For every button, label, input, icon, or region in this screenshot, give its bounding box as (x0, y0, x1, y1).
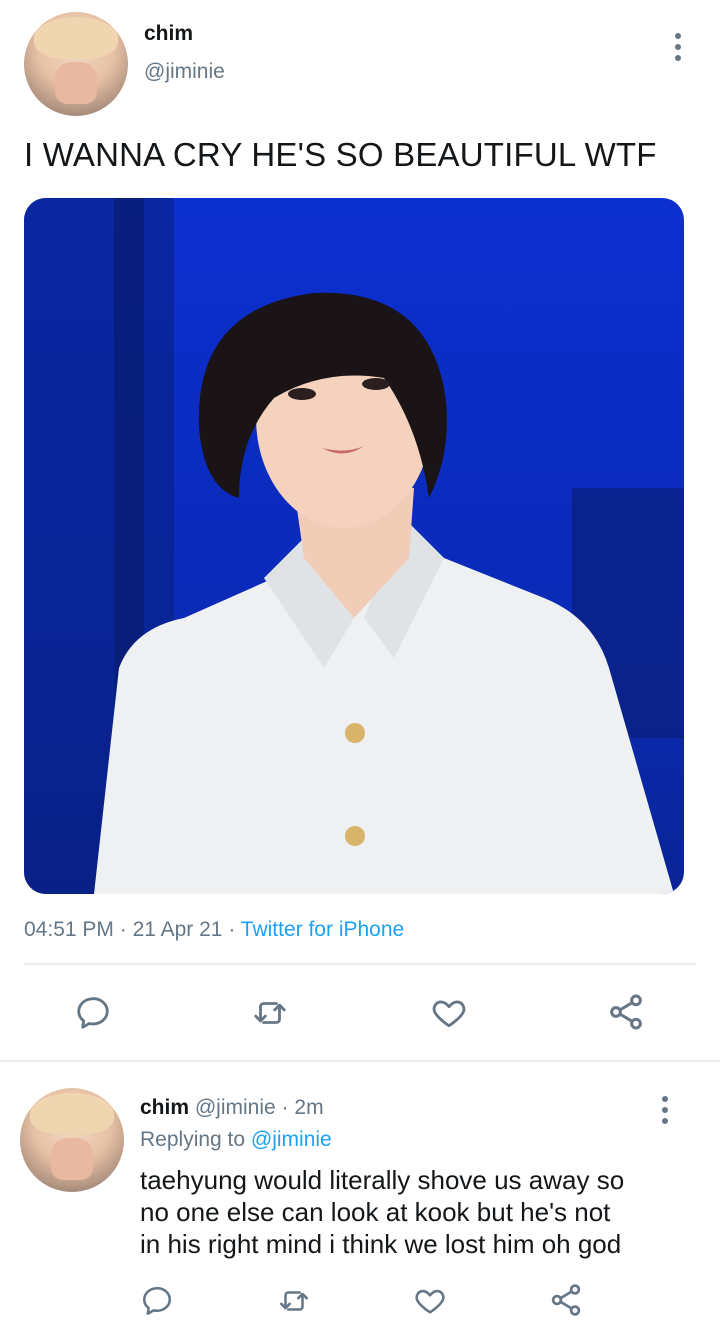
tweet-image[interactable] (24, 198, 684, 894)
section-divider (0, 1060, 720, 1062)
retweet-icon (254, 1002, 286, 1024)
meta-separator: · (119, 918, 127, 941)
photo-illustration (24, 198, 684, 894)
reply-author-avatar[interactable] (20, 1088, 124, 1192)
reply-author-name[interactable]: chim (140, 1096, 189, 1119)
reply-text: taehyung would literally shove us away s… (140, 1164, 624, 1260)
meta-separator: · (228, 918, 236, 941)
tweet-meta: 04:51 PM · 21 Apr 21 · Twitter for iPhon… (24, 918, 404, 942)
tweet-time: 04:51 PM (24, 918, 114, 941)
reply-text-line: taehyung would literally shove us away s… (140, 1165, 625, 1195)
retweet-button[interactable] (250, 994, 290, 1037)
reply-text-line: in his right mind i think we lost him oh… (140, 1229, 622, 1259)
comment-icon (142, 1286, 172, 1316)
reply-time: 2m (294, 1096, 324, 1119)
retweet-icon (279, 1291, 309, 1311)
meta-separator: · (281, 1096, 289, 1119)
comment-icon (77, 997, 109, 1029)
reply-share-button[interactable] (548, 1282, 584, 1323)
share-icon (610, 994, 642, 1030)
author-avatar[interactable] (24, 12, 128, 116)
reply-like-button[interactable] (412, 1284, 448, 1323)
reply-header: chim @jiminie · 2m (140, 1096, 324, 1120)
replying-to: Replying to @jiminie (140, 1128, 332, 1152)
reply-author-handle[interactable]: @jiminie (195, 1096, 276, 1119)
more-options-button[interactable] (675, 33, 681, 61)
replying-to-label: Replying to (140, 1128, 246, 1151)
like-button[interactable] (429, 994, 469, 1037)
share-button[interactable] (606, 992, 646, 1037)
tweet-date: 21 Apr 21 (132, 918, 223, 941)
more-vertical-icon (662, 1096, 668, 1102)
reply-button[interactable] (74, 994, 112, 1037)
reply-retweet-button[interactable] (276, 1284, 312, 1323)
reply-more-options-button[interactable] (662, 1096, 668, 1124)
share-icon (551, 1284, 581, 1316)
divider (24, 963, 696, 965)
heart-icon (415, 1289, 445, 1314)
replying-to-handle-link[interactable]: @jiminie (251, 1128, 332, 1151)
tweet-text: I WANNA CRY HE'S SO BEAUTIFUL WTF (24, 136, 657, 173)
tweet-source-link[interactable]: Twitter for iPhone (241, 918, 404, 941)
heart-icon (432, 1000, 466, 1028)
more-vertical-icon (675, 33, 681, 39)
author-name[interactable]: chim (144, 22, 193, 46)
reply-reply-button[interactable] (140, 1284, 174, 1323)
reply-text-line: no one else can look at kook but he's no… (140, 1197, 611, 1227)
author-handle[interactable]: @jiminie (144, 60, 225, 84)
